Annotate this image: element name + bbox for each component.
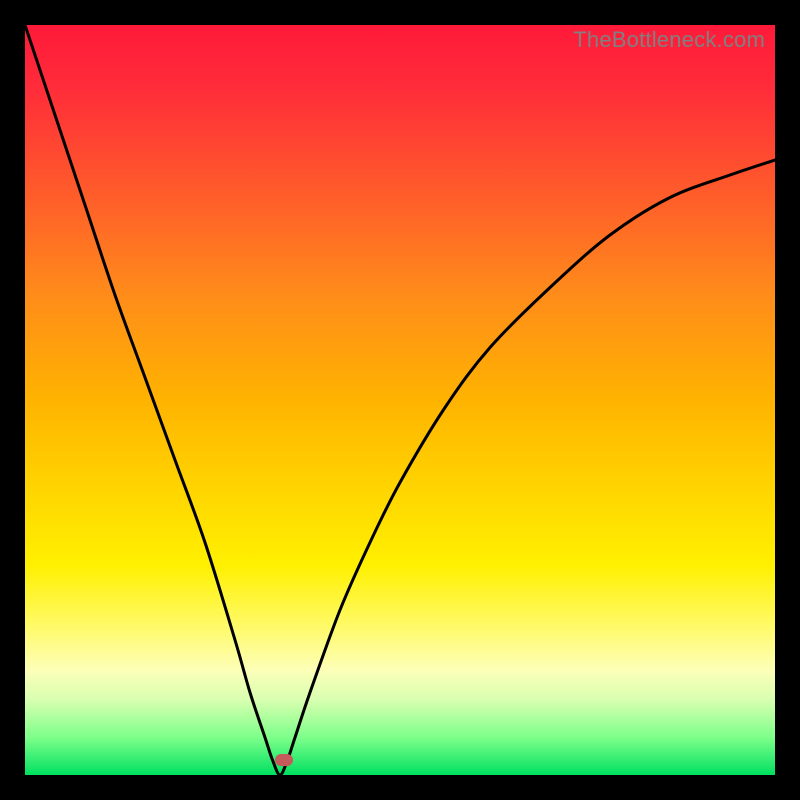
chart-frame: TheBottleneck.com <box>0 0 800 800</box>
optimal-point-marker <box>275 754 293 766</box>
bottleneck-curve <box>25 25 775 775</box>
plot-area: TheBottleneck.com <box>25 25 775 775</box>
